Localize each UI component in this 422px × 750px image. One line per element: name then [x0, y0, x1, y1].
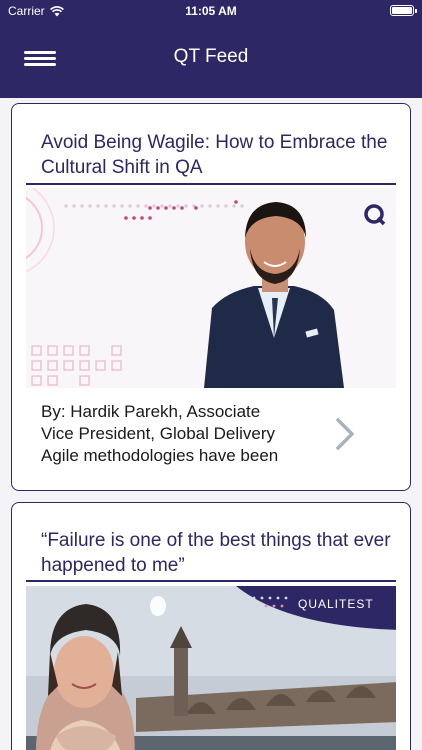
- card-title: “Failure is one of the best things that …: [41, 530, 391, 576]
- excerpt-line: Vice President, Global Delivery: [41, 424, 276, 443]
- feed-card[interactable]: Avoid Being Wagile: How to Embrace the C…: [11, 103, 411, 491]
- status-bar: Carrier 11:05 AM: [0, 0, 422, 22]
- card-image: [26, 188, 396, 388]
- card-excerpt: By: Hardik Parekh, Associate Vice Presid…: [41, 401, 331, 467]
- page-title: QT Feed: [173, 46, 249, 67]
- status-time: 11:05 AM: [185, 4, 237, 18]
- article-photo: [26, 188, 396, 388]
- navigation-bar: QT Feed: [0, 22, 422, 98]
- chevron-right-icon[interactable]: [330, 414, 360, 454]
- feed-card[interactable]: “Failure is one of the best things that …: [11, 502, 411, 750]
- excerpt-line: Agile methodologies have been: [41, 446, 279, 465]
- card-divider: [26, 580, 396, 582]
- card-title: Avoid Being Wagile: How to Embrace the C…: [41, 132, 388, 178]
- article-photo: QUALITEST: [26, 586, 396, 750]
- excerpt-line: By: Hardik Parekh, Associate: [41, 402, 261, 421]
- app-screen: Carrier 11:05 AM QT Feed Avoid Being Wag…: [0, 0, 422, 750]
- card-divider: [26, 183, 396, 185]
- qualitest-logo-text: QUALITEST: [298, 597, 374, 611]
- feed-list[interactable]: Avoid Being Wagile: How to Embrace the C…: [0, 98, 422, 750]
- battery-icon: [390, 5, 417, 16]
- card-image: QUALITEST: [26, 586, 396, 750]
